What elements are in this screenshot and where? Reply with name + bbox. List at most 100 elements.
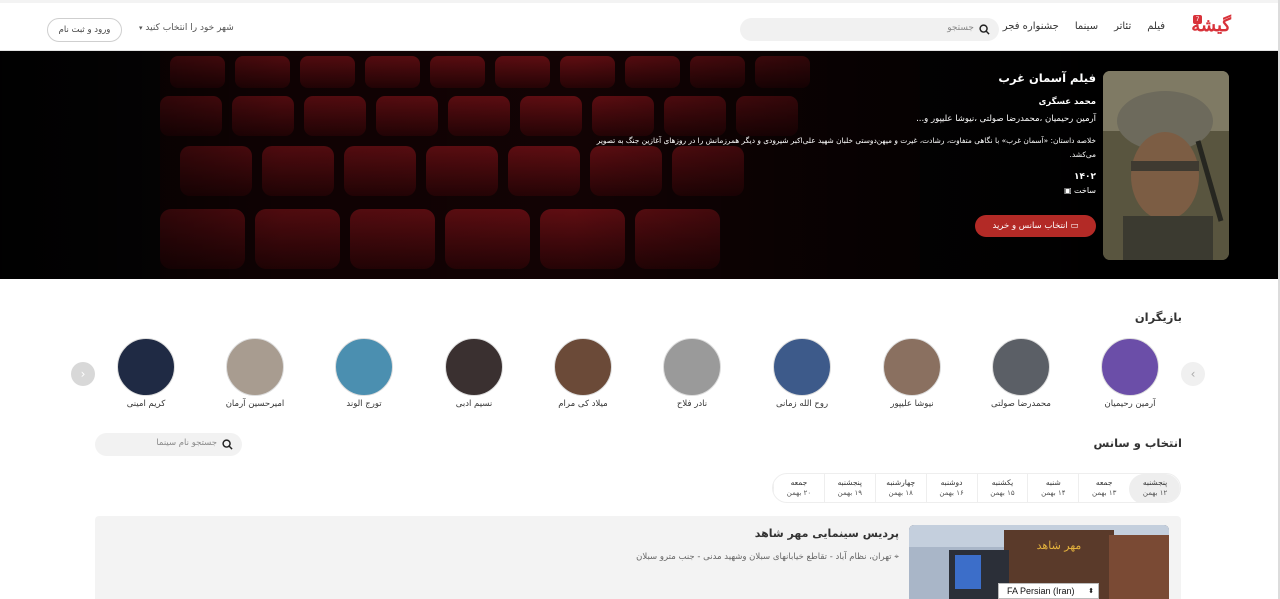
film-details: فیلم آسمان غرب محمد عسگری آرمین رحیمیان … [576, 71, 1096, 195]
actor-name: میلاد کی مرام [558, 399, 608, 409]
cinema-name[interactable]: پردیس سینمایی مهر شاهد [755, 527, 899, 540]
nav-item-cinema[interactable]: سینما [1075, 21, 1098, 32]
date-tab-date: ۱۵ بهمن [990, 489, 1015, 497]
date-tab-date: ۱۴ بهمن [1041, 489, 1066, 497]
date-tab[interactable]: شنبه ۱۴ بهمن [1027, 474, 1078, 502]
date-tab-day: جمعه [790, 478, 808, 487]
cinema-address: ⌖ تهران، نظام آباد - تقاطع خیابانهای سبل… [636, 552, 899, 562]
location-pin-icon: ⌖ [894, 552, 899, 562]
buy-ticket-label: انتخاب سانس و خرید [992, 221, 1068, 231]
actor-name: کریم امینی [126, 399, 166, 409]
date-tab[interactable]: جمعه ۱۳ بهمن [1078, 474, 1129, 502]
date-tab-day: پنجشنبه [837, 478, 863, 487]
svg-text:ﻣﻬﺮ ﺷﺎﻫﺪ: ﻣﻬﺮ ﺷﺎﻫﺪ [1037, 539, 1082, 552]
cinema-search-input[interactable]: جستجو نام سینما [95, 433, 242, 456]
film-hero: فیلم آسمان غرب محمد عسگری آرمین رحیمیان … [0, 51, 1278, 279]
actor-avatar [773, 338, 831, 396]
actor-card[interactable]: کریم امینی [101, 338, 191, 409]
actor-name: نادر فلاح [676, 399, 708, 409]
actor-name: تورج الوند [346, 399, 382, 409]
date-tab[interactable]: جمعه ۲۰ بهمن [773, 474, 824, 502]
actor-name: نیوشا علیپور [890, 399, 934, 409]
city-selector[interactable]: ▾ شهر خود را انتخاب کنید [137, 23, 234, 33]
actors-next-arrow[interactable]: ‹ [1181, 362, 1205, 386]
actor-card[interactable]: محمدرضا صولتی [976, 338, 1066, 409]
actor-card[interactable]: نادر فلاح [647, 338, 737, 409]
actor-card[interactable]: تورج الوند [319, 338, 409, 409]
language-select[interactable]: FA Persian (Iran) ⬍ [998, 583, 1099, 599]
film-director: محمد عسگری [1038, 97, 1096, 107]
calendar-icon: ▣ [1063, 186, 1072, 195]
date-tab-date: ۱۶ بهمن [939, 489, 964, 497]
actors-prev-arrow[interactable]: › [71, 362, 95, 386]
top-header: 7 گیشه فیلم تئاتر سینما جشنواره فجر جستج… [0, 0, 1278, 51]
buy-ticket-button[interactable]: ▭ انتخاب سانس و خرید [975, 215, 1096, 237]
actor-name: روح الله زمانی [775, 399, 829, 409]
actor-avatar [992, 338, 1050, 396]
date-tab-day: دوشنبه [940, 478, 963, 487]
nav-item-theater[interactable]: تئاتر [1114, 21, 1131, 32]
actor-avatar [663, 338, 721, 396]
search-placeholder: جستجو [947, 23, 974, 33]
film-title: فیلم آسمان غرب [998, 71, 1096, 85]
actor-name: محمدرضا صولتی [991, 399, 1051, 409]
actor-avatar [335, 338, 393, 396]
login-button[interactable]: ورود و ثبت نام [47, 18, 122, 42]
actor-name: آرمین رحیمیان [1104, 399, 1156, 409]
date-tab-date: ۱۸ بهمن [888, 489, 913, 497]
date-tab-date: ۱۲ بهمن [1142, 489, 1168, 497]
film-summary: خلاصه داستان: «آسمان غرب» با نگاهی متفاو… [596, 136, 1096, 159]
actor-avatar [226, 338, 284, 396]
date-tab-day: شنبه [1045, 478, 1061, 487]
page: 7 گیشه فیلم تئاتر سینما جشنواره فجر جستج… [0, 0, 1278, 599]
cinema-search-placeholder: جستجو نام سینما [156, 438, 217, 448]
date-tab-date: ۱۳ بهمن [1092, 489, 1117, 497]
actor-card[interactable]: روح الله زمانی [757, 338, 847, 409]
film-poster[interactable] [1103, 71, 1229, 260]
date-tabs: پنجشنبه ۱۲ بهمن جمعه ۱۳ بهمن شنبه ۱۴ بهم… [772, 473, 1181, 503]
actor-card[interactable]: آرمین رحیمیان [1085, 338, 1175, 409]
actors-carousel: آرمین رحیمیان محمدرضا صولتی نیوشا علیپور… [110, 338, 1165, 418]
actor-card[interactable]: امیرحسین آرمان [210, 338, 300, 409]
language-select-value: FA Persian (Iran) [1007, 586, 1075, 596]
date-tab[interactable]: دوشنبه ۱۶ بهمن [925, 474, 977, 502]
ticket-icon: ▭ [1070, 221, 1079, 231]
city-selector-label: شهر خود را انتخاب کنید [145, 23, 234, 33]
date-tab[interactable]: پنجشنبه ۱۲ بهمن [1129, 474, 1180, 502]
poster-image [1103, 71, 1229, 260]
nav-item-film[interactable]: فیلم [1147, 21, 1165, 32]
date-tab[interactable]: یکشنبه ۱۵ بهمن [976, 474, 1028, 502]
actor-avatar [554, 338, 612, 396]
actor-card[interactable]: میلاد کی مرام [538, 338, 628, 409]
film-status-label: ساخت [1074, 186, 1096, 195]
sessions-section-title: انتخاب و سانس [1093, 436, 1182, 450]
date-tab-date: ۲۰ بهمن [786, 489, 812, 497]
film-cast: آرمین رحیمیان ،محمدرضا صولتی ،نیوشا علیپ… [916, 114, 1096, 124]
actors-section-title: بازیگران [1134, 310, 1182, 324]
date-tab[interactable]: چهارشنبه ۱۸ بهمن [874, 474, 926, 502]
cinema-address-text: تهران، نظام آباد - تقاطع خیابانهای سبلان… [636, 552, 892, 562]
date-tab-day: پنجشنبه [1142, 478, 1168, 487]
actor-card[interactable]: نیوشا علیپور [867, 338, 957, 409]
actor-avatar [883, 338, 941, 396]
logo-text: گیشه [1191, 15, 1231, 36]
main-nav: فیلم تئاتر سینما جشنواره فجر [1003, 21, 1165, 32]
date-tab-day: چهارشنبه [886, 478, 916, 487]
search-icon [222, 439, 233, 450]
actor-card[interactable]: نسیم ادبی [429, 338, 519, 409]
film-year: ۱۴۰۲ [1074, 172, 1096, 182]
actor-avatar [117, 338, 175, 396]
date-tab[interactable]: پنجشنبه ۱۹ بهمن [823, 474, 875, 502]
select-arrows-icon: ⬍ [1088, 588, 1094, 595]
date-tab-day: یکشنبه [991, 478, 1014, 487]
nav-item-fajr-festival[interactable]: جشنواره فجر [1003, 21, 1059, 32]
actor-name: امیرحسین آرمان [225, 399, 285, 409]
date-tab-day: جمعه [1095, 478, 1113, 487]
film-status: ساخت ▣ [576, 186, 1096, 195]
date-tab-date: ۱۹ بهمن [837, 489, 862, 497]
search-input[interactable]: جستجو [740, 18, 999, 41]
actor-avatar [1101, 338, 1159, 396]
site-logo[interactable]: 7 گیشه [1189, 13, 1231, 41]
actor-name: نسیم ادبی [455, 399, 493, 409]
actor-avatar [445, 338, 503, 396]
